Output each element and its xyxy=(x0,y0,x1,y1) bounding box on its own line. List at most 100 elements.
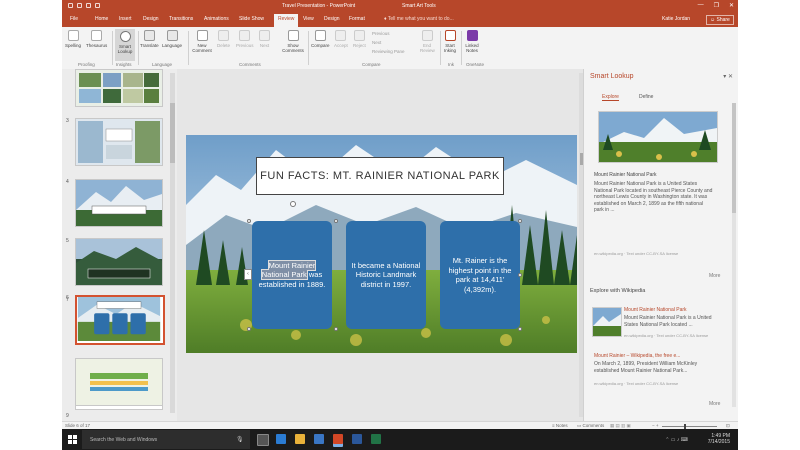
tab-smartart-design[interactable]: Design xyxy=(324,16,340,22)
result-source-2[interactable]: en.wikipedia.org · Text under CC-BY-SA l… xyxy=(594,381,678,386)
tab-view[interactable]: View xyxy=(303,16,314,22)
clock-date: 7/14/2015 xyxy=(707,439,730,445)
task-view-icon[interactable] xyxy=(257,434,269,446)
undo-icon[interactable] xyxy=(77,3,82,8)
slide-thumbnail[interactable] xyxy=(75,238,163,286)
selection-handle[interactable] xyxy=(518,327,522,331)
zoom-slider[interactable] xyxy=(662,426,717,427)
store-icon[interactable] xyxy=(314,434,324,444)
tell-me-box[interactable]: ♦ Tell me what you want to do... xyxy=(384,16,454,22)
word-taskbar-icon[interactable] xyxy=(352,434,362,444)
delete-comment-button[interactable]: Delete xyxy=(217,30,230,48)
tab-animations[interactable]: Animations xyxy=(204,16,229,22)
tab-smartart-format[interactable]: Format xyxy=(349,16,365,22)
previous-change-button[interactable]: Previous xyxy=(372,31,390,36)
result-title-2[interactable]: Mount Rainier – Wikipedia, the free e... xyxy=(594,353,712,360)
smart-lookup-button[interactable]: Smart Lookup xyxy=(115,29,135,61)
more-link[interactable]: More xyxy=(709,273,720,279)
fact-box-3[interactable]: Mt. Rainer is the highest point in the p… xyxy=(440,221,520,329)
powerpoint-taskbar-icon[interactable] xyxy=(333,434,343,444)
slide-number: 3 xyxy=(66,118,69,124)
tab-file[interactable]: File xyxy=(70,16,78,22)
present-icon[interactable] xyxy=(95,3,100,8)
tab-slide-show[interactable]: Slide Show xyxy=(239,16,264,22)
save-icon[interactable] xyxy=(68,3,73,8)
fact-box-1[interactable]: Mount Rainier National Park was establis… xyxy=(252,221,332,329)
selection-handle[interactable] xyxy=(247,219,251,223)
share-button[interactable]: ☺ Share xyxy=(706,15,734,25)
text-pane-toggle[interactable]: ‹ xyxy=(244,269,252,280)
slide-thumbnail-selected[interactable] xyxy=(75,295,165,345)
thesaurus-icon xyxy=(91,30,103,41)
thesaurus-button[interactable]: Thesaurus xyxy=(86,30,107,48)
selection-handle[interactable] xyxy=(518,273,522,277)
previous-comment-button[interactable]: Previous xyxy=(236,30,254,48)
microphone-icon[interactable]: 🎙 xyxy=(236,436,244,443)
slide-thumbnail[interactable] xyxy=(75,179,163,227)
group-label-ink: Ink xyxy=(448,62,455,67)
result-thumbnail[interactable] xyxy=(592,307,622,337)
language-button[interactable]: Language xyxy=(162,30,182,48)
tab-define[interactable]: Define xyxy=(639,94,653,100)
show-comments-button[interactable]: Show Comments xyxy=(282,30,304,53)
minimize-button[interactable]: — xyxy=(698,2,704,9)
windows-start-icon[interactable] xyxy=(68,435,77,444)
slide-thumbnail[interactable] xyxy=(75,118,163,166)
selection-handle[interactable] xyxy=(334,327,338,331)
thumbnail-scrollbar[interactable] xyxy=(170,73,175,413)
new-comment-button[interactable]: New Comment xyxy=(192,30,212,53)
tab-insert[interactable]: Insert xyxy=(119,16,132,22)
taskbar-clock[interactable]: 1:49 PM 7/14/2015 xyxy=(708,433,730,445)
end-review-button[interactable]: End Review xyxy=(420,30,435,53)
system-tray-icons[interactable]: ⌃ ▭ ♪ ⌨ xyxy=(665,437,688,443)
scroll-thumb[interactable] xyxy=(170,103,175,163)
compare-button[interactable]: Compare xyxy=(311,30,330,48)
group-label-compare: Compare xyxy=(362,62,381,67)
spelling-button[interactable]: Spelling xyxy=(65,30,81,48)
globe-icon xyxy=(166,30,178,41)
accept-button[interactable]: Accept xyxy=(334,30,348,48)
excel-taskbar-icon[interactable] xyxy=(371,434,381,444)
ribbon-review: Spelling Thesaurus Smart Lookup Translat… xyxy=(62,27,738,70)
fact-box-2[interactable]: It became a National Historic Landmark d… xyxy=(346,221,426,329)
more-link[interactable]: More xyxy=(709,401,720,407)
notes-button[interactable]: ≡ Notes xyxy=(552,423,568,428)
selection-handle[interactable] xyxy=(334,219,338,223)
file-explorer-icon[interactable] xyxy=(295,434,305,444)
redo-icon[interactable] xyxy=(86,3,91,8)
edge-icon[interactable] xyxy=(276,434,286,444)
next-change-button[interactable]: Next xyxy=(372,40,381,45)
taskbar-search-box[interactable]: Search the Web and Windows xyxy=(82,430,250,449)
close-button[interactable]: ✕ xyxy=(729,2,734,9)
selection-handle[interactable] xyxy=(247,327,251,331)
mountain-thumbnail-image xyxy=(593,308,621,336)
tab-transitions[interactable]: Transitions xyxy=(169,16,193,22)
pane-scrollbar[interactable] xyxy=(732,103,736,407)
tab-home[interactable]: Home xyxy=(95,16,108,22)
reviewing-pane-button[interactable]: Reviewing Pane xyxy=(372,49,405,54)
tab-review[interactable]: Review xyxy=(274,14,299,27)
rotate-handle[interactable] xyxy=(290,201,296,207)
next-comment-button[interactable]: Next xyxy=(259,30,270,48)
slide-thumbnail[interactable] xyxy=(75,69,163,107)
slide-thumbnail[interactable] xyxy=(75,358,163,406)
linked-notes-button[interactable]: Linked Notes xyxy=(464,30,480,53)
slide-title[interactable]: FUN FACTS: MT. RAINIER NATIONAL PARK xyxy=(256,157,504,195)
zoom-buttons[interactable]: − + xyxy=(652,423,659,428)
result-source-1[interactable]: en.wikipedia.org · Text under CC-BY-SA l… xyxy=(624,333,708,338)
pane-controls[interactable]: ▾ ✕ xyxy=(723,73,733,80)
scroll-thumb[interactable] xyxy=(732,103,736,213)
card-source[interactable]: en.wikipedia.org · Text under CC-BY-SA l… xyxy=(594,251,678,256)
reject-button[interactable]: Reject xyxy=(353,30,366,48)
selection-handle[interactable] xyxy=(518,219,522,223)
maximize-button[interactable]: ❐ xyxy=(714,2,719,9)
tab-explore[interactable]: Explore xyxy=(602,94,619,101)
user-name[interactable]: Katie Jordan xyxy=(662,16,690,22)
end-review-icon xyxy=(421,30,433,41)
translate-button[interactable]: Translate xyxy=(140,30,159,48)
start-inking-button[interactable]: Start Inking xyxy=(443,30,457,53)
result-image[interactable] xyxy=(598,111,718,163)
tab-design[interactable]: Design xyxy=(143,16,159,22)
result-title-1[interactable]: Mount Rainier National Park xyxy=(624,307,712,314)
card-title[interactable]: Mount Rainier National Park xyxy=(594,172,712,179)
